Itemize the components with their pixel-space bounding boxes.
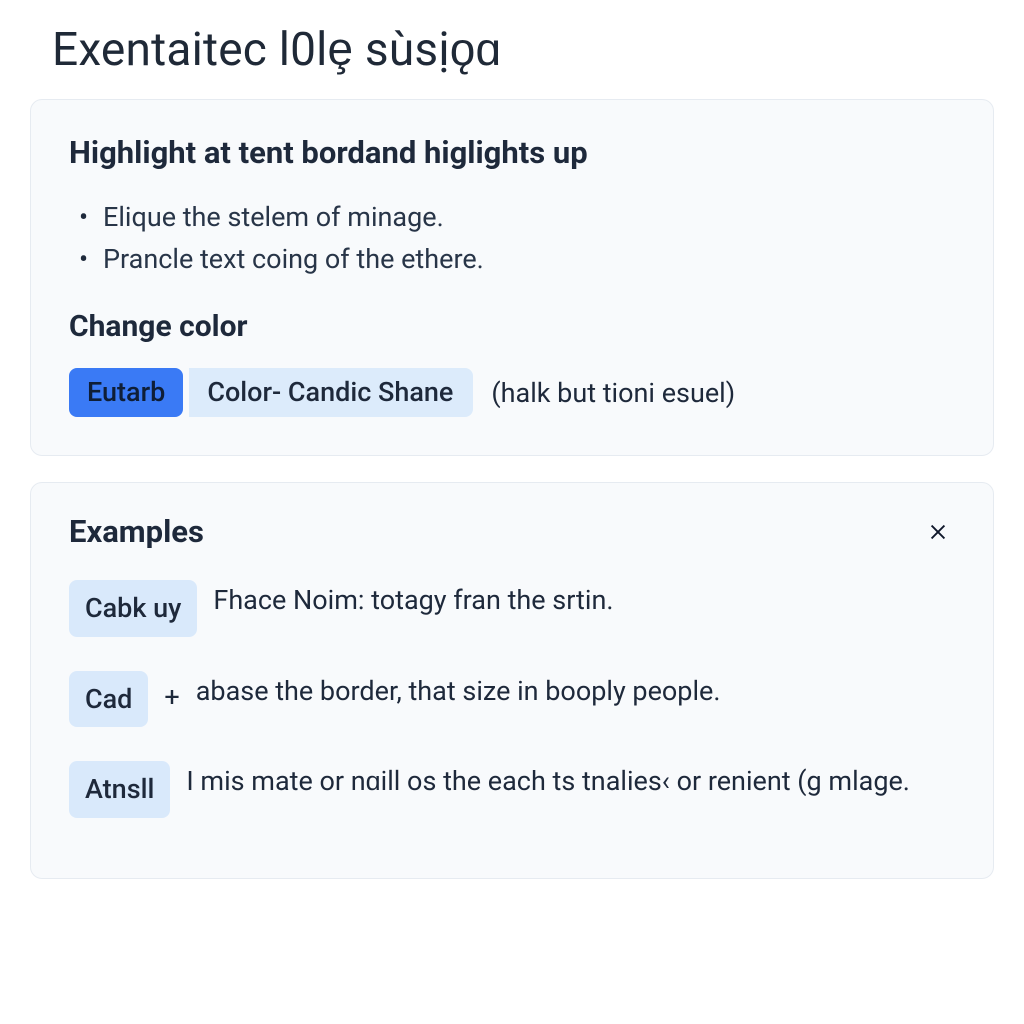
examples-card: Examples Cabk uy Fhace Noim: totagy fran… [30, 482, 994, 879]
example-row: Cabk uy Fhace Noim: totagy fran the srti… [69, 580, 955, 637]
example-row: Atnsll I mis mate or nɑill os the each t… [69, 761, 955, 824]
close-icon [927, 521, 949, 543]
close-button[interactable] [921, 515, 955, 549]
highlight-heading: Highlight at tent bordand higlights up [69, 134, 955, 171]
color-chip-secondary[interactable]: Color- Candic Shane [189, 368, 473, 418]
example-text: I mis mate or nɑill os the each ts tnali… [186, 761, 955, 802]
bullet-item: Prancle text coing of the ethere. [75, 239, 955, 281]
color-chip-note: (halk but tioni esuel) [491, 377, 735, 409]
example-text: Fhace Noim: totagy fran the srtin. [213, 580, 955, 621]
page-title: Exentaitec l0lȩ sùsịǫɑ [52, 22, 994, 77]
highlight-card: Highlight at tent bordand higlights up E… [30, 99, 994, 456]
bullet-item: Elique the stelem of minage. [75, 197, 955, 239]
example-tag[interactable]: Cabk uy [69, 580, 197, 637]
plus-icon: + [164, 671, 179, 718]
color-chip-row: EutarbColor- Candic Shane (halk but tion… [69, 368, 955, 418]
example-tag[interactable]: Cad [69, 671, 148, 728]
color-chip-primary[interactable]: Eutarb [69, 368, 183, 418]
example-row: Cad + abase the border, that size in boo… [69, 671, 955, 728]
highlight-bullets: Elique the stelem of minage. Prancle tex… [69, 197, 955, 281]
example-text: abase the border, that size in booply pe… [196, 671, 955, 712]
example-tag[interactable]: Atnsll [69, 761, 170, 818]
change-color-heading: Change color [69, 309, 955, 344]
examples-heading: Examples [69, 513, 204, 550]
